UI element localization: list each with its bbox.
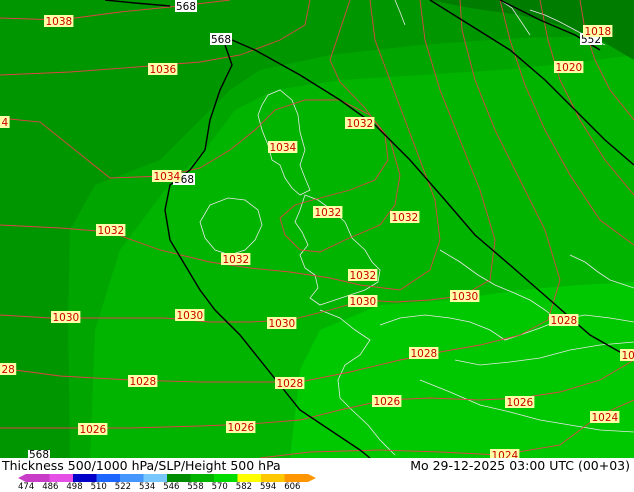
thickness-color-scale bbox=[18, 474, 318, 482]
label-1020: 1020 bbox=[556, 62, 583, 74]
label-1032-northsea: 1032 bbox=[392, 212, 419, 224]
label-1030-ireland: 1030 bbox=[177, 310, 204, 322]
label-1026-east: 1026 bbox=[507, 397, 534, 409]
label-1032-west: 1032 bbox=[98, 225, 125, 237]
label-1034-scotland: 1034 bbox=[270, 142, 297, 154]
map-canvas: 568 568 568 552 568 10381036410341034103… bbox=[0, 0, 634, 458]
label-1030-channel: 1030 bbox=[269, 318, 296, 330]
scale-swatch-2 bbox=[73, 474, 97, 482]
label-1028-france: 1028 bbox=[411, 348, 438, 360]
scale-arrow-left bbox=[18, 474, 26, 482]
scale-swatch-7 bbox=[191, 474, 215, 482]
label-1028-edge: 28 bbox=[2, 364, 15, 376]
scale-swatch-4 bbox=[120, 474, 144, 482]
label-1026-s: 1026 bbox=[228, 422, 255, 434]
height-568-mid: 568 bbox=[211, 34, 231, 46]
label-1018: 1018 bbox=[585, 26, 612, 38]
label-1026-france: 1026 bbox=[374, 396, 401, 408]
scale-swatch-5 bbox=[144, 474, 168, 482]
scale-swatch-8 bbox=[214, 474, 238, 482]
label-1034-west: 1034 bbox=[154, 171, 181, 183]
footer: Thickness 500/1000 hPa/SLP/Height 500 hP… bbox=[0, 458, 634, 490]
label-1030-west: 1030 bbox=[53, 312, 80, 324]
label-1032-south: 1032 bbox=[350, 270, 377, 282]
label-1028-biscay: 1028 bbox=[277, 378, 304, 390]
height-568-top: 568 bbox=[176, 1, 196, 13]
map-title: Thickness 500/1000 hPa/SLP/Height 500 hP… bbox=[2, 458, 281, 473]
valid-time: Mo 29-12-2025 03:00 UTC (00+03) bbox=[410, 458, 630, 473]
label-1024-bottom: 1024 bbox=[492, 450, 519, 458]
label-1036: 1036 bbox=[150, 64, 177, 76]
scale-swatch-0 bbox=[26, 474, 50, 482]
label-1032-england: 1032 bbox=[315, 207, 342, 219]
label-1030-england: 1030 bbox=[350, 296, 377, 308]
scale-arrow-right bbox=[308, 474, 316, 482]
label-1028-benelux: 1028 bbox=[551, 315, 578, 327]
scale-swatch-10 bbox=[261, 474, 285, 482]
scale-swatch-1 bbox=[50, 474, 74, 482]
scale-swatch-9 bbox=[238, 474, 262, 482]
label-1032-north: 1032 bbox=[347, 118, 374, 130]
scale-swatch-11 bbox=[285, 474, 309, 482]
height-bottom: 568 bbox=[29, 449, 49, 458]
label-1026-sw: 1026 bbox=[80, 424, 107, 436]
weather-map: 568 568 568 552 568 10381036410341034103… bbox=[0, 0, 634, 458]
label-edge-left: 4 bbox=[2, 117, 9, 129]
label-1024-se: 1024 bbox=[592, 412, 619, 424]
label-1032-ireland: 1032 bbox=[223, 254, 250, 266]
scale-swatch-3 bbox=[97, 474, 121, 482]
scale-swatch-6 bbox=[167, 474, 191, 482]
label-1028-edge-right: 10 bbox=[622, 350, 634, 362]
label-1038: 1038 bbox=[46, 16, 73, 28]
label-1030-east: 1030 bbox=[452, 291, 479, 303]
label-1028-west: 1028 bbox=[130, 376, 157, 388]
